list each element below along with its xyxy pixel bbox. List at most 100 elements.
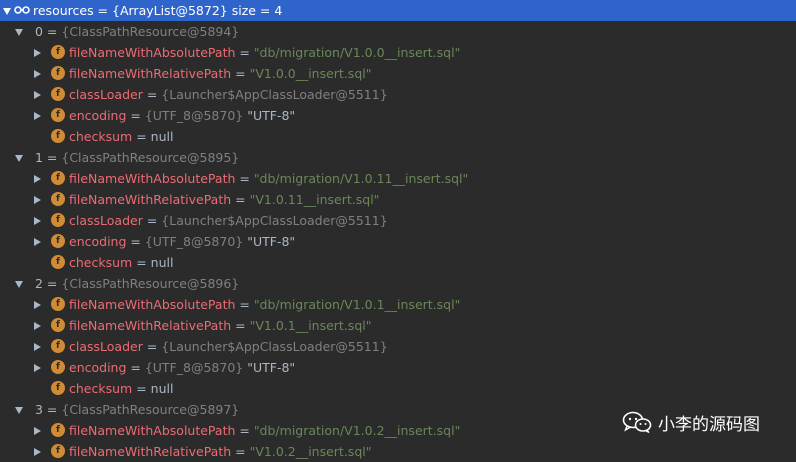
field-row[interactable]: f fileNameWithAbsolutePath = "db/migrati…	[0, 42, 796, 63]
collapse-arrow-icon[interactable]	[34, 301, 41, 309]
watch-glasses-icon	[14, 6, 30, 14]
expand-arrow-icon[interactable]	[15, 407, 23, 414]
field-value: null	[150, 381, 174, 396]
collapse-arrow-icon[interactable]	[34, 343, 41, 351]
field-value: "db/migration/V1.0.1__insert.sql"	[253, 297, 461, 312]
field-row[interactable]: f fileNameWithAbsolutePath = "db/migrati…	[0, 294, 796, 315]
field-row[interactable]: f encoding = {UTF_8@5870} "UTF-8"	[0, 231, 796, 252]
collapse-arrow-icon[interactable]	[34, 364, 41, 372]
field-value: "UTF-8"	[243, 108, 296, 123]
field-name: fileNameWithRelativePath	[69, 66, 232, 81]
variable-size: size = 4	[227, 3, 283, 18]
expand-arrow-icon[interactable]	[15, 29, 23, 36]
field-icon: f	[51, 108, 65, 122]
field-name: checksum	[69, 129, 133, 144]
field-value: null	[150, 129, 174, 144]
array-element-row[interactable]: 1 = {ClassPathResource@5895}	[0, 147, 796, 168]
field-name: encoding	[69, 234, 127, 249]
field-icon: f	[51, 87, 65, 101]
element-index: 3	[35, 402, 43, 417]
field-name: classLoader	[69, 213, 143, 228]
field-name: encoding	[69, 108, 127, 123]
element-index: 2	[35, 276, 43, 291]
expand-arrow-icon[interactable]	[15, 281, 23, 288]
field-value: "V1.0.1__insert.sql"	[249, 318, 372, 333]
field-row[interactable]: f fileNameWithRelativePath = "V1.0.0__in…	[0, 63, 796, 84]
field-row[interactable]: f checksum = null	[0, 252, 796, 273]
field-row[interactable]: f fileNameWithAbsolutePath = "db/migrati…	[0, 168, 796, 189]
collapse-arrow-icon[interactable]	[34, 448, 41, 456]
field-icon: f	[51, 171, 65, 185]
collapse-arrow-icon[interactable]	[34, 49, 41, 57]
wechat-icon	[622, 411, 652, 433]
field-row[interactable]: f checksum = null	[0, 126, 796, 147]
collapse-arrow-icon[interactable]	[34, 112, 41, 120]
field-icon: f	[51, 129, 65, 143]
field-row[interactable]: f encoding = {UTF_8@5870} "UTF-8"	[0, 357, 796, 378]
collapse-arrow-icon[interactable]	[34, 427, 41, 435]
field-icon: f	[51, 234, 65, 248]
expand-arrow-icon[interactable]	[3, 8, 11, 15]
collapse-arrow-icon[interactable]	[34, 175, 41, 183]
field-icon: f	[51, 423, 65, 437]
field-icon: f	[51, 297, 65, 311]
field-icon: f	[51, 213, 65, 227]
field-name: fileNameWithRelativePath	[69, 318, 232, 333]
field-icon: f	[51, 444, 65, 458]
field-reference: {UTF_8@5870}	[144, 108, 244, 123]
field-row[interactable]: f classLoader = {Launcher$AppClassLoader…	[0, 336, 796, 357]
field-value: "db/migration/V1.0.11__insert.sql"	[253, 171, 469, 186]
field-name: fileNameWithAbsolutePath	[69, 171, 236, 186]
field-row[interactable]: f classLoader = {Launcher$AppClassLoader…	[0, 84, 796, 105]
watermark-text: 小李的源码图	[658, 414, 760, 435]
field-value: "UTF-8"	[243, 234, 296, 249]
collapse-arrow-icon[interactable]	[34, 322, 41, 330]
field-name: encoding	[69, 360, 127, 375]
variable-reference: {ArrayList@5872}	[112, 3, 228, 18]
field-row[interactable]: f encoding = {UTF_8@5870} "UTF-8"	[0, 105, 796, 126]
element-reference: {ClassPathResource@5896}	[61, 276, 240, 291]
field-value: null	[150, 255, 174, 270]
collapse-arrow-icon[interactable]	[34, 196, 41, 204]
field-row[interactable]: f fileNameWithRelativePath = "V1.0.11__i…	[0, 189, 796, 210]
field-name: classLoader	[69, 87, 143, 102]
field-value: "UTF-8"	[243, 360, 296, 375]
field-name: fileNameWithAbsolutePath	[69, 45, 236, 60]
watermark: 小李的源码图	[622, 408, 760, 436]
field-row[interactable]: f checksum = null	[0, 378, 796, 399]
expand-arrow-icon[interactable]	[15, 155, 23, 162]
field-name: fileNameWithAbsolutePath	[69, 423, 236, 438]
element-reference: {ClassPathResource@5894}	[61, 24, 240, 39]
collapse-arrow-icon[interactable]	[34, 217, 41, 225]
field-row[interactable]: f classLoader = {Launcher$AppClassLoader…	[0, 210, 796, 231]
field-name: checksum	[69, 255, 133, 270]
field-icon: f	[51, 255, 65, 269]
field-name: checksum	[69, 381, 133, 396]
field-reference: {Launcher$AppClassLoader@5511}	[161, 213, 388, 228]
field-icon: f	[51, 381, 65, 395]
variable-name: resources	[33, 3, 94, 18]
field-icon: f	[51, 360, 65, 374]
element-index: 1	[35, 150, 43, 165]
field-value: "V1.0.0__insert.sql"	[249, 66, 372, 81]
element-reference: {ClassPathResource@5895}	[61, 150, 240, 165]
field-icon: f	[51, 339, 65, 353]
collapse-arrow-icon[interactable]	[34, 238, 41, 246]
field-icon: f	[51, 45, 65, 59]
field-name: fileNameWithRelativePath	[69, 192, 232, 207]
collapse-arrow-icon[interactable]	[34, 70, 41, 78]
array-element-row[interactable]: 2 = {ClassPathResource@5896}	[0, 273, 796, 294]
variable-row-resources[interactable]: resources = {ArrayList@5872} size = 4	[0, 0, 796, 21]
array-element-row[interactable]: 0 = {ClassPathResource@5894}	[0, 21, 796, 42]
field-icon: f	[51, 318, 65, 332]
field-value: "V1.0.11__insert.sql"	[249, 192, 380, 207]
field-icon: f	[51, 66, 65, 80]
field-reference: {UTF_8@5870}	[144, 234, 244, 249]
debugger-variables-tree: resources = {ArrayList@5872} size = 4 0 …	[0, 0, 796, 462]
field-row[interactable]: f fileNameWithRelativePath = "V1.0.1__in…	[0, 315, 796, 336]
collapse-arrow-icon[interactable]	[34, 91, 41, 99]
field-row[interactable]: f fileNameWithRelativePath = "V1.0.2__in…	[0, 441, 796, 462]
field-name: fileNameWithAbsolutePath	[69, 297, 236, 312]
field-icon: f	[51, 192, 65, 206]
element-index: 0	[35, 24, 43, 39]
